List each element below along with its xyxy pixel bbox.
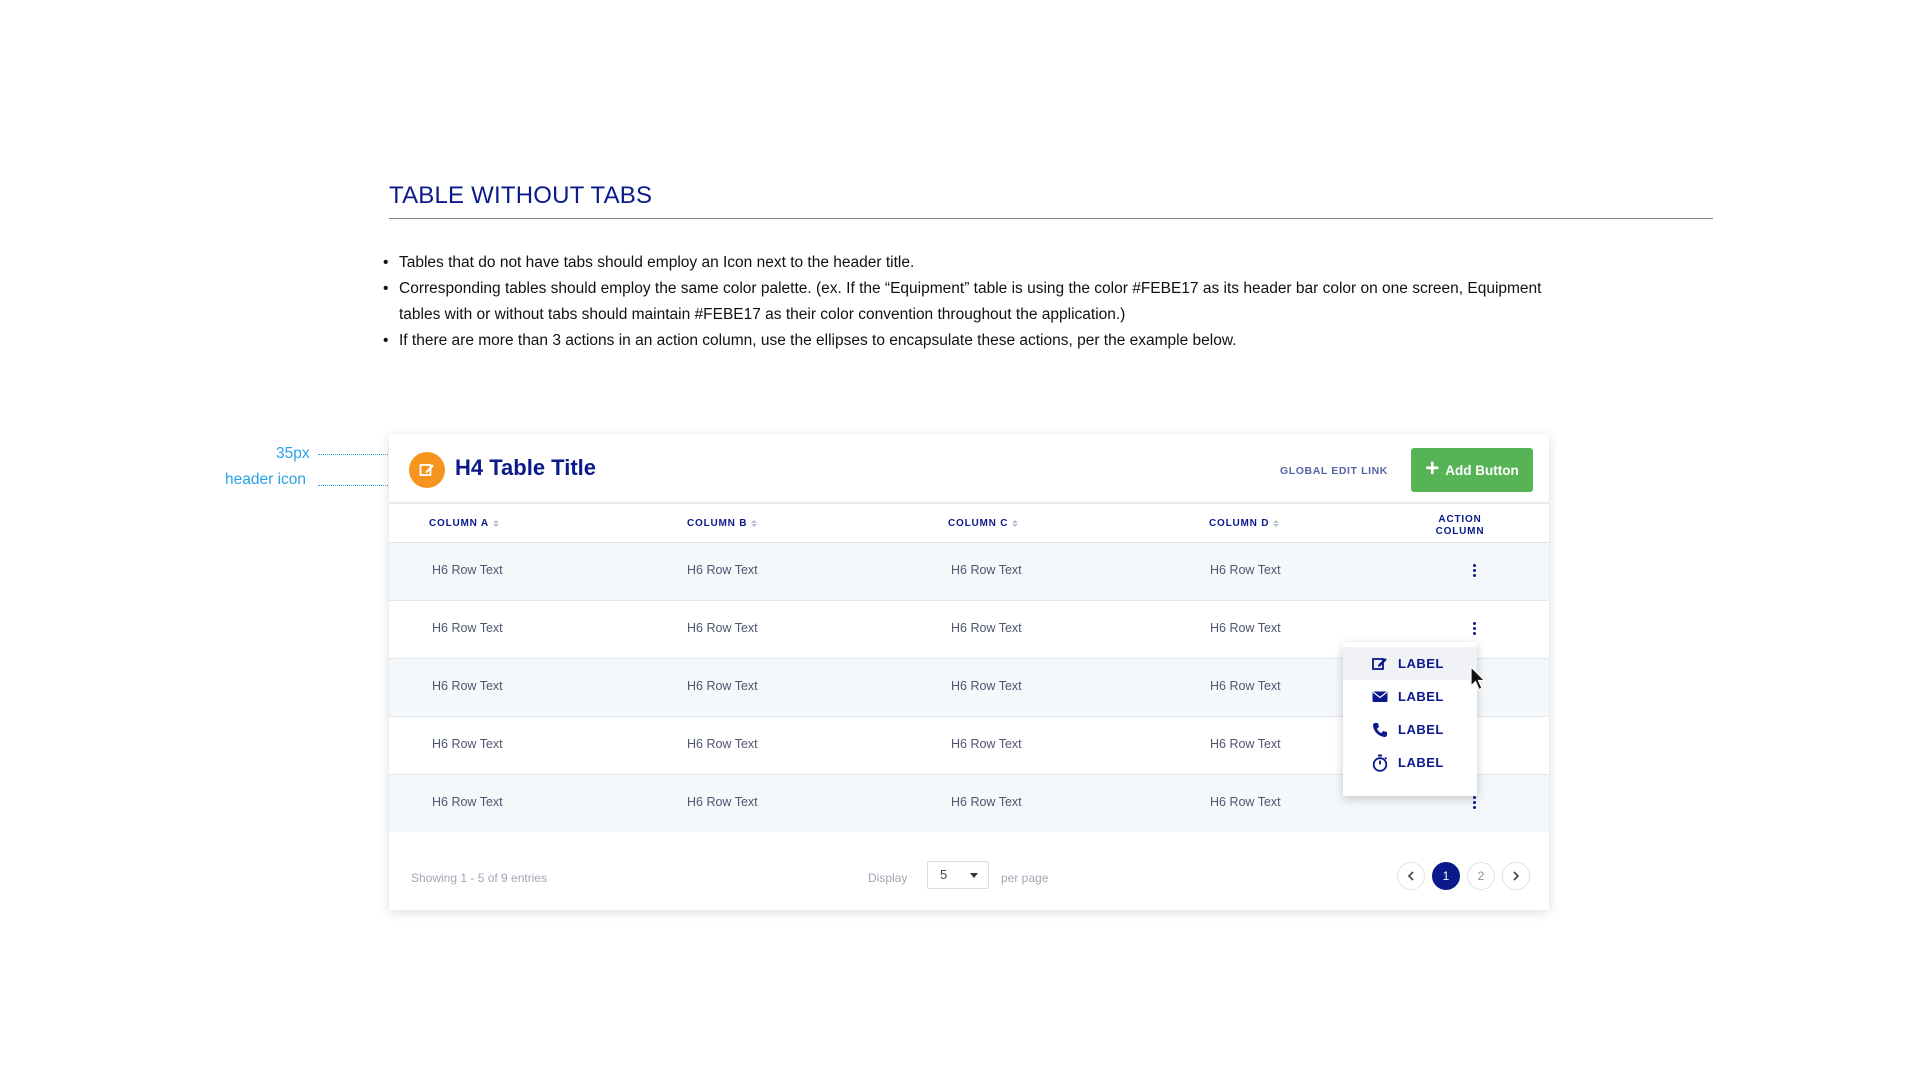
- table-cell: H6 Row Text: [432, 737, 503, 751]
- table-cell: H6 Row Text: [432, 563, 503, 577]
- table-cell: H6 Row Text: [1210, 679, 1281, 693]
- table-cell: H6 Row Text: [687, 737, 758, 751]
- action-menu-item-edit[interactable]: LABEL: [1343, 647, 1477, 680]
- table-title: H4 Table Title: [455, 455, 597, 480]
- table-cell: H6 Row Text: [1210, 737, 1281, 751]
- action-menu-item-phone[interactable]: LABEL: [1343, 713, 1477, 746]
- table-cell: H6 Row Text: [1210, 621, 1281, 635]
- plus-icon: +: [1425, 455, 1440, 482]
- guideline-item: • Tables that do not have tabs should emp…: [383, 250, 1543, 276]
- sort-icon: [1273, 520, 1280, 527]
- table-header: H4 Table Title GLOBAL EDIT LINK + Add Bu…: [389, 434, 1549, 504]
- table-cell: H6 Row Text: [687, 795, 758, 809]
- action-menu-label: LABEL: [1398, 755, 1444, 770]
- action-menu-label: LABEL: [1398, 656, 1444, 671]
- guideline-list: • Tables that do not have tabs should emp…: [383, 250, 1543, 354]
- table-cell: H6 Row Text: [951, 563, 1022, 577]
- mouse-cursor-icon: [1470, 666, 1486, 691]
- prev-page-button[interactable]: [1397, 862, 1425, 890]
- table-cell: H6 Row Text: [432, 795, 503, 809]
- guideline-text: Corresponding tables should employ the s…: [399, 280, 1542, 323]
- table-cell: H6 Row Text: [1210, 795, 1281, 809]
- phone-icon: [1373, 722, 1387, 737]
- caret-down-icon: [970, 873, 978, 878]
- ellipsis-menu-icon[interactable]: [1470, 562, 1478, 584]
- guideline-item: • If there are more than 3 actions in an …: [383, 328, 1543, 354]
- display-label: Display: [868, 871, 908, 885]
- action-menu-label: LABEL: [1398, 689, 1444, 704]
- add-button-label: Add Button: [1445, 462, 1519, 478]
- table-cell: H6 Row Text: [951, 795, 1022, 809]
- column-header-label: COLUMN D: [1209, 518, 1270, 529]
- action-menu-item-timer[interactable]: LABEL: [1343, 746, 1477, 779]
- action-menu-label: LABEL: [1398, 722, 1444, 737]
- page-button-2[interactable]: 2: [1467, 862, 1495, 890]
- table-cell: H6 Row Text: [687, 679, 758, 693]
- edit-icon: [409, 452, 445, 488]
- action-column-label-line2: COLUMN: [1435, 526, 1485, 537]
- guideline-text: Tables that do not have tabs should empl…: [399, 254, 915, 271]
- column-header-label: COLUMN A: [429, 518, 489, 529]
- table-card: H4 Table Title GLOBAL EDIT LINK + Add Bu…: [389, 434, 1549, 910]
- table-cell: H6 Row Text: [951, 737, 1022, 751]
- ellipsis-menu-icon[interactable]: [1470, 620, 1478, 642]
- table-row: H6 Row Text H6 Row Text H6 Row Text H6 R…: [389, 543, 1549, 601]
- column-header-c[interactable]: COLUMN C: [948, 518, 1019, 529]
- table-cell: H6 Row Text: [951, 621, 1022, 635]
- page-button-1[interactable]: 1: [1432, 862, 1460, 890]
- table-cell: H6 Row Text: [432, 621, 503, 635]
- table-cell: H6 Row Text: [687, 563, 758, 577]
- next-page-button[interactable]: [1502, 862, 1530, 890]
- action-menu-item-email[interactable]: LABEL: [1343, 680, 1477, 713]
- column-header-action: ACTION COLUMN: [1409, 514, 1511, 538]
- table-cell: H6 Row Text: [951, 679, 1022, 693]
- action-menu: LABEL LABEL LABEL LABEL: [1343, 642, 1477, 796]
- table-cell: H6 Row Text: [687, 621, 758, 635]
- ellipsis-menu-icon[interactable]: [1470, 794, 1478, 816]
- section-divider: [389, 218, 1713, 219]
- chevron-right-icon: [1513, 871, 1520, 881]
- stopwatch-icon: [1372, 754, 1388, 772]
- sort-icon: [492, 520, 499, 527]
- column-header-label: COLUMN B: [687, 518, 748, 529]
- envelope-icon: [1372, 691, 1388, 702]
- per-page-label: per page: [1001, 871, 1049, 885]
- column-header-b[interactable]: COLUMN B: [687, 518, 758, 529]
- sort-icon: [1012, 520, 1019, 527]
- sort-icon: [751, 520, 758, 527]
- per-page-select[interactable]: 5: [927, 861, 989, 889]
- edit-icon: [1372, 658, 1387, 670]
- annotation-size: 35px: [276, 445, 310, 462]
- table-cell: H6 Row Text: [432, 679, 503, 693]
- guideline-item: • Corresponding tables should employ the …: [383, 276, 1543, 328]
- table-cell: H6 Row Text: [1210, 563, 1281, 577]
- global-edit-link[interactable]: GLOBAL EDIT LINK: [1280, 465, 1388, 477]
- column-header-d[interactable]: COLUMN D: [1209, 518, 1280, 529]
- column-header-a[interactable]: COLUMN A: [429, 518, 499, 529]
- add-button[interactable]: + Add Button: [1411, 448, 1533, 492]
- guideline-text: If there are more than 3 actions in an a…: [399, 332, 1237, 349]
- column-header-label: COLUMN C: [948, 518, 1009, 529]
- annotation-header-icon: header icon: [225, 471, 307, 488]
- action-column-label-line1: ACTION: [1438, 514, 1482, 525]
- section-title: TABLE WITHOUT TABS: [389, 182, 653, 209]
- per-page-value: 5: [940, 867, 948, 882]
- chevron-left-icon: [1407, 871, 1414, 881]
- entries-summary: Showing 1 - 5 of 9 entries: [411, 871, 548, 885]
